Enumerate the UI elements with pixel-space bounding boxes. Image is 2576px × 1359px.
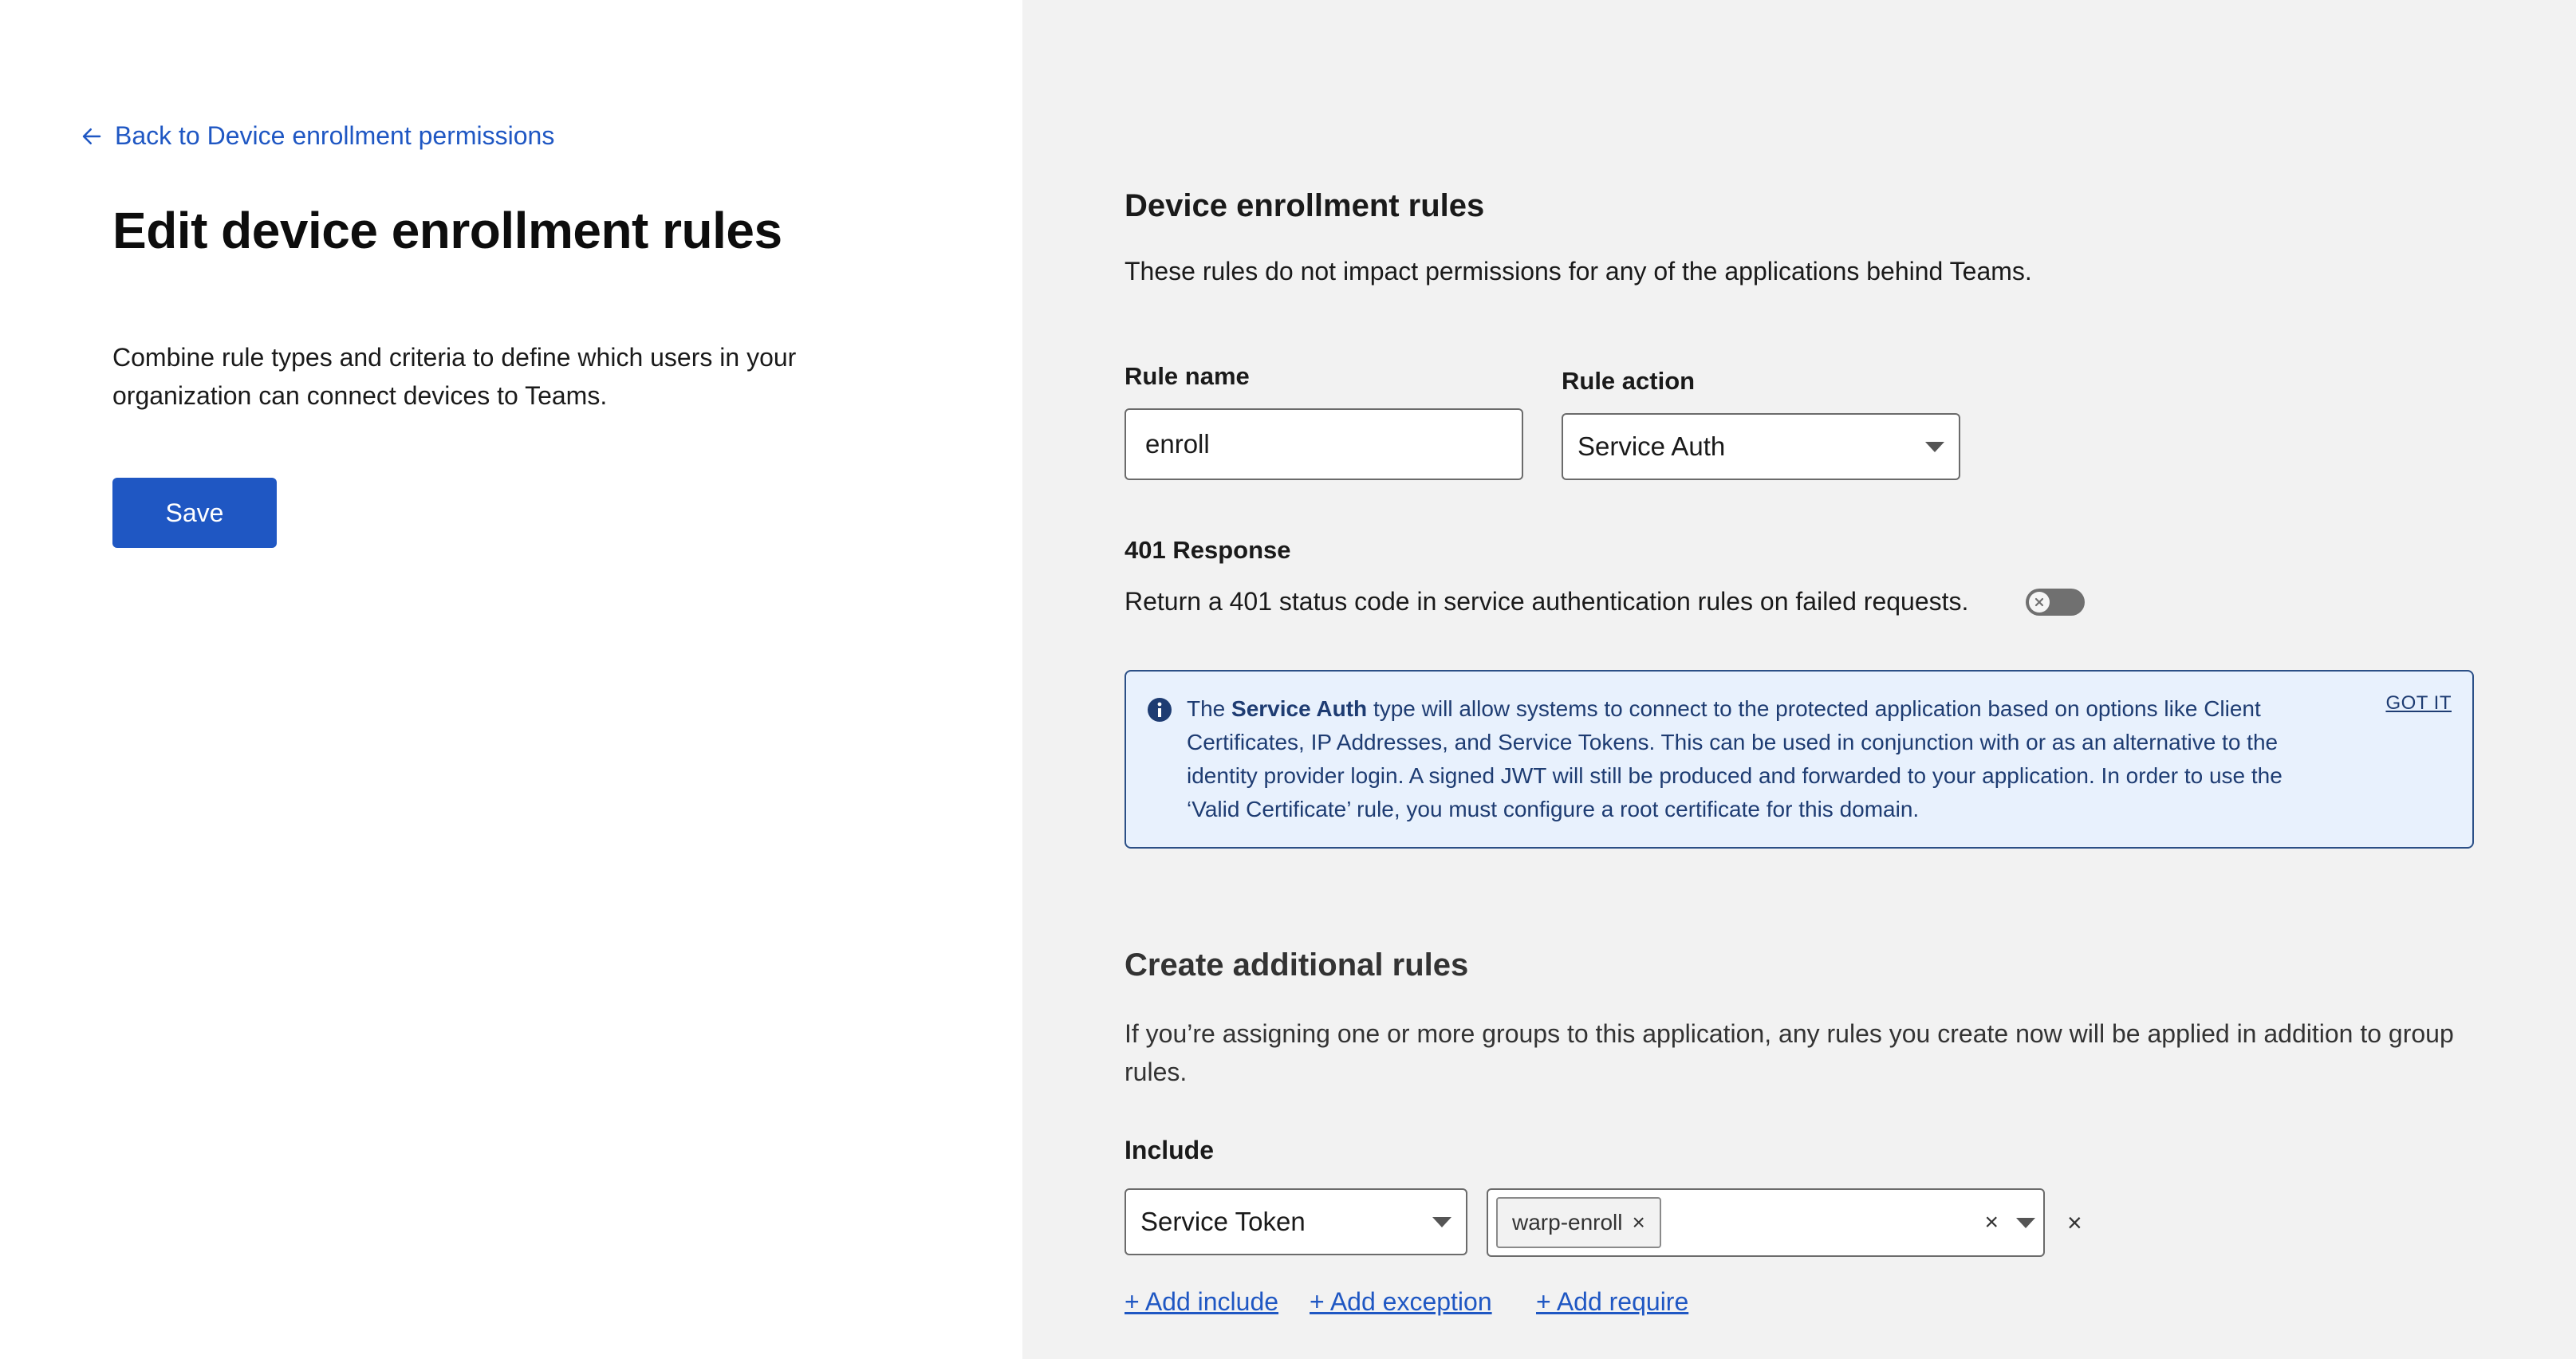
response-toggle[interactable] — [2026, 589, 2085, 616]
remove-rule-icon[interactable]: × — [2067, 1208, 2082, 1238]
save-button[interactable]: Save — [112, 478, 277, 548]
rule-action-label: Rule action — [1562, 367, 1696, 395]
section-description: These rules do not impact permissions fo… — [1125, 257, 2032, 286]
info-icon — [1148, 698, 1172, 722]
chevron-down-icon — [1432, 1216, 1451, 1227]
rule-action-value: Service Auth — [1578, 431, 1726, 461]
page-description: Combine rule types and criteria to defin… — [112, 343, 797, 410]
rule-action-select[interactable]: Service Auth — [1562, 413, 1960, 480]
page-title: Edit device enrollment rules — [112, 202, 782, 259]
back-link[interactable]: Back to Device enrollment permissions — [80, 121, 554, 151]
toggle-off-icon — [2029, 592, 2050, 613]
value-chip: warp-enroll × — [1496, 1197, 1661, 1248]
info-text: The Service Auth type will allow systems… — [1187, 692, 2335, 826]
response-label: 401 Response — [1125, 536, 1291, 564]
response-description: Return a 401 status code in service auth… — [1125, 587, 1969, 616]
chip-label: warp-enroll — [1512, 1210, 1623, 1235]
include-label: Include — [1125, 1136, 1215, 1164]
chevron-down-icon — [1925, 441, 1944, 452]
add-exception-link[interactable]: + Add exception — [1310, 1287, 1492, 1317]
chip-remove-icon[interactable]: × — [1633, 1210, 1645, 1235]
got-it-button[interactable]: GOT IT — [2385, 692, 2452, 715]
info-bold: Service Auth — [1231, 696, 1368, 721]
info-banner: The Service Auth type will allow systems… — [1125, 670, 2474, 849]
clear-icon[interactable]: × — [1984, 1209, 1999, 1236]
section-title: Device enrollment rules — [1125, 188, 1485, 223]
chevron-down-icon — [2016, 1217, 2035, 1228]
add-include-link[interactable]: + Add include — [1125, 1287, 1278, 1317]
left-pane: Back to Device enrollment permissions Ed… — [0, 0, 1022, 1359]
create-rules-description: If you’re assigning one or more groups t… — [1125, 1019, 2454, 1086]
info-prefix: The — [1187, 696, 1232, 721]
create-rules-title: Create additional rules — [1125, 947, 1469, 983]
include-value-select[interactable]: warp-enroll × × — [1487, 1188, 2045, 1257]
include-type-value: Service Token — [1140, 1207, 1306, 1236]
back-link-label: Back to Device enrollment permissions — [115, 121, 555, 150]
arrow-left-icon — [82, 128, 101, 144]
rule-name-input[interactable] — [1125, 408, 1523, 480]
include-type-select[interactable]: Service Token — [1125, 1188, 1467, 1255]
rule-name-label: Rule name — [1125, 362, 1250, 390]
add-require-link[interactable]: + Add require — [1536, 1287, 1688, 1317]
